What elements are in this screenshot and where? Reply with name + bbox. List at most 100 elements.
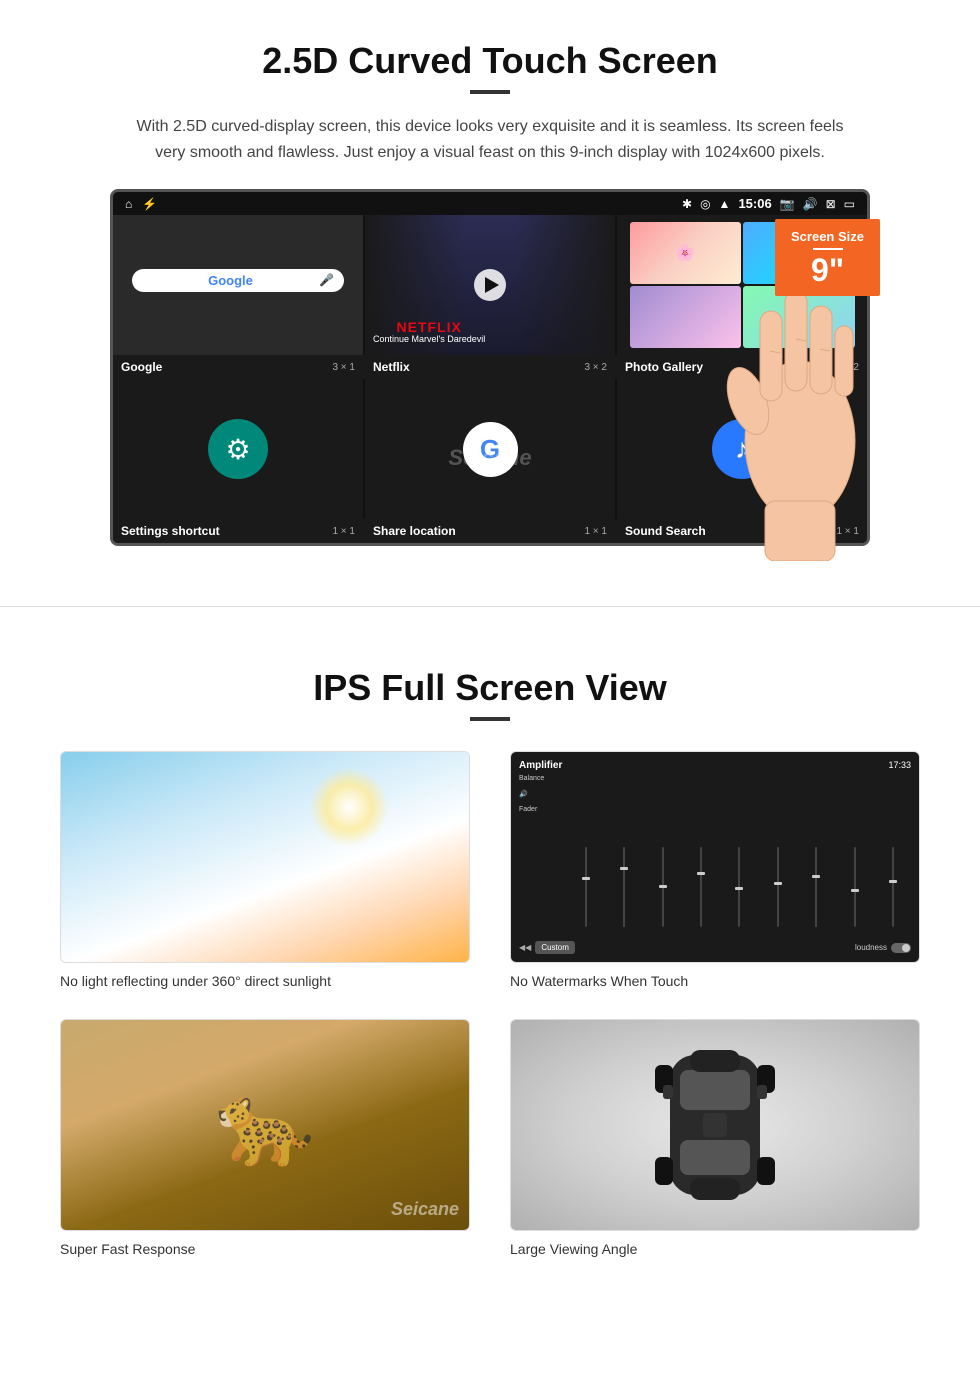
amp-slider-7[interactable] <box>799 837 834 937</box>
google-label-cell: Google 3 × 1 <box>113 355 363 379</box>
amp-slider-6[interactable] <box>760 837 795 937</box>
amp-slider-thumb-9 <box>889 880 897 883</box>
maps-app-cell[interactable]: G <box>365 379 615 519</box>
google-app-size: 3 × 1 <box>332 362 355 373</box>
google-app-name: Google <box>121 360 162 374</box>
amp-nav-left: ◀◀ <box>519 943 531 952</box>
sunlight-image <box>61 752 469 962</box>
car-image <box>511 1020 919 1230</box>
amp-slider-3[interactable] <box>645 837 680 937</box>
amp-left-panel: Balance 🔊 Fader <box>519 775 564 937</box>
amp-slider-thumb-3 <box>659 885 667 888</box>
music-note-icon: ♪ <box>735 433 749 465</box>
amp-custom-button[interactable]: Custom <box>535 941 575 954</box>
section1-description: With 2.5D curved-display screen, this de… <box>130 114 850 165</box>
watermarks-caption: No Watermarks When Touch <box>510 973 920 989</box>
viewing-angle-caption: Large Viewing Angle <box>510 1241 920 1257</box>
netflix-app-name: Netflix <box>373 360 410 374</box>
purple-photo <box>630 286 742 348</box>
section2-divider <box>470 717 510 721</box>
settings-app-cell[interactable]: ⚙ <box>113 379 363 519</box>
amp-slider-track-1 <box>585 847 587 927</box>
amp-slider-track-6 <box>777 847 779 927</box>
gear-icon: ⚙ <box>225 433 250 466</box>
app-grid-row1: Google 🎤 NETFLIX <box>113 215 867 355</box>
cheetah-image: 🐆 Seicane <box>61 1020 469 1230</box>
section-divider-hr <box>0 606 980 607</box>
amplifier-image-box: Amplifier 17:33 Balance 🔊 Fader <box>510 751 920 963</box>
loudness-toggle[interactable] <box>891 943 911 953</box>
amp-slider-thumb-1 <box>582 877 590 880</box>
amp-slider-thumb-6 <box>774 882 782 885</box>
amp-slider-2[interactable] <box>606 837 641 937</box>
maps-app-size: 1 × 1 <box>584 526 607 537</box>
maps-icon-circle: G <box>463 422 518 477</box>
amp-slider-thumb-5 <box>735 887 743 890</box>
status-bar: ⌂ ⚡ ✱ ◎ ▲ 15:06 📷 🔊 ⊠ ▭ <box>113 192 867 215</box>
section2-title: IPS Full Screen View <box>60 667 920 709</box>
amplifier-screen: Amplifier 17:33 Balance 🔊 Fader <box>511 752 919 962</box>
google-search-bar[interactable]: Google 🎤 <box>132 269 345 292</box>
status-bar-right: ✱ ◎ ▲ 15:06 📷 🔊 ⊠ ▭ <box>682 196 855 211</box>
amp-slider-thumb-7 <box>812 875 820 878</box>
gallery-photo-1: 🌸 <box>630 222 742 284</box>
amp-time: 17:33 <box>888 760 911 771</box>
app-grid-row2: ⚙ G ♪ Seicane <box>113 379 867 519</box>
amp-slider-track-2 <box>623 847 625 927</box>
sound-app-name: Sound Search <box>625 524 706 538</box>
status-time: 15:06 <box>738 196 771 211</box>
amp-slider-9[interactable] <box>876 837 911 937</box>
feature-watermarks: Amplifier 17:33 Balance 🔊 Fader <box>510 751 920 989</box>
home-icon: ⌂ <box>125 197 132 211</box>
badge-label: Screen Size <box>791 229 864 244</box>
section1-title: 2.5D Curved Touch Screen <box>60 40 920 82</box>
netflix-branding: NETFLIX Continue Marvel's Daredevil <box>373 320 485 345</box>
amp-slider-track-3 <box>662 847 664 927</box>
gallery-app-name: Photo Gallery <box>625 360 703 374</box>
ips-section: IPS Full Screen View No light reflecting… <box>0 637 980 1287</box>
car-image-box <box>510 1019 920 1231</box>
app-label-row1: Google 3 × 1 Netflix 3 × 2 Photo Gallery… <box>113 355 867 379</box>
sunlight-image-box <box>60 751 470 963</box>
amp-loudness-label: loudness <box>855 943 887 952</box>
amp-sliders-area <box>568 775 911 937</box>
google-app-cell[interactable]: Google 🎤 <box>113 215 363 355</box>
amp-fader-label: Fader <box>519 806 564 813</box>
amp-slider-4[interactable] <box>683 837 718 937</box>
amp-speaker-label: 🔊 <box>519 790 564 798</box>
x-box-icon: ⊠ <box>826 197 836 211</box>
amp-slider-1[interactable] <box>568 837 603 937</box>
amp-slider-thumb-4 <box>697 872 705 875</box>
battery-icon: ▭ <box>844 197 855 211</box>
volume-icon: 🔊 <box>803 197 818 211</box>
features-grid: No light reflecting under 360° direct su… <box>60 751 920 1257</box>
amp-slider-5[interactable] <box>722 837 757 937</box>
amp-balance-label: Balance <box>519 775 564 782</box>
feature-speed: 🐆 Seicane Super Fast Response <box>60 1019 470 1257</box>
amp-bottom: ◀◀ Custom loudness <box>519 941 911 954</box>
sound-icon-circle: ♪ <box>712 419 772 479</box>
amp-loudness-control: loudness <box>855 943 911 953</box>
wifi-icon: ▲ <box>719 197 731 211</box>
toggle-knob <box>902 944 910 952</box>
sunlight-caption: No light reflecting under 360° direct su… <box>60 973 470 989</box>
amp-slider-track-5 <box>738 847 740 927</box>
amp-slider-8[interactable] <box>837 837 872 937</box>
play-button[interactable] <box>474 269 506 301</box>
settings-app-name: Settings shortcut <box>121 524 220 538</box>
netflix-logo: NETFLIX <box>373 320 485 334</box>
device-screen: ⌂ ⚡ ✱ ◎ ▲ 15:06 📷 🔊 ⊠ ▭ <box>110 189 870 546</box>
sound-app-cell[interactable]: ♪ <box>617 379 867 519</box>
speed-caption: Super Fast Response <box>60 1241 470 1257</box>
netflix-app-cell[interactable]: NETFLIX Continue Marvel's Daredevil <box>365 215 615 355</box>
netflix-label-cell: Netflix 3 × 2 <box>365 355 615 379</box>
car-svg <box>635 1035 795 1215</box>
google-maps-g-icon: G <box>480 434 500 465</box>
sound-app-size: 1 × 1 <box>836 526 859 537</box>
gallery-app-size: 2 × 2 <box>836 362 859 373</box>
play-triangle-icon <box>485 277 499 293</box>
amp-slider-thumb-8 <box>851 889 859 892</box>
feature-viewing-angle: Large Viewing Angle <box>510 1019 920 1257</box>
cheetah-icon: 🐆 <box>215 1078 315 1172</box>
device-mockup: Screen Size 9" ⌂ ⚡ ✱ ◎ ▲ 15:06 📷 🔊 ⊠ <box>110 189 870 546</box>
